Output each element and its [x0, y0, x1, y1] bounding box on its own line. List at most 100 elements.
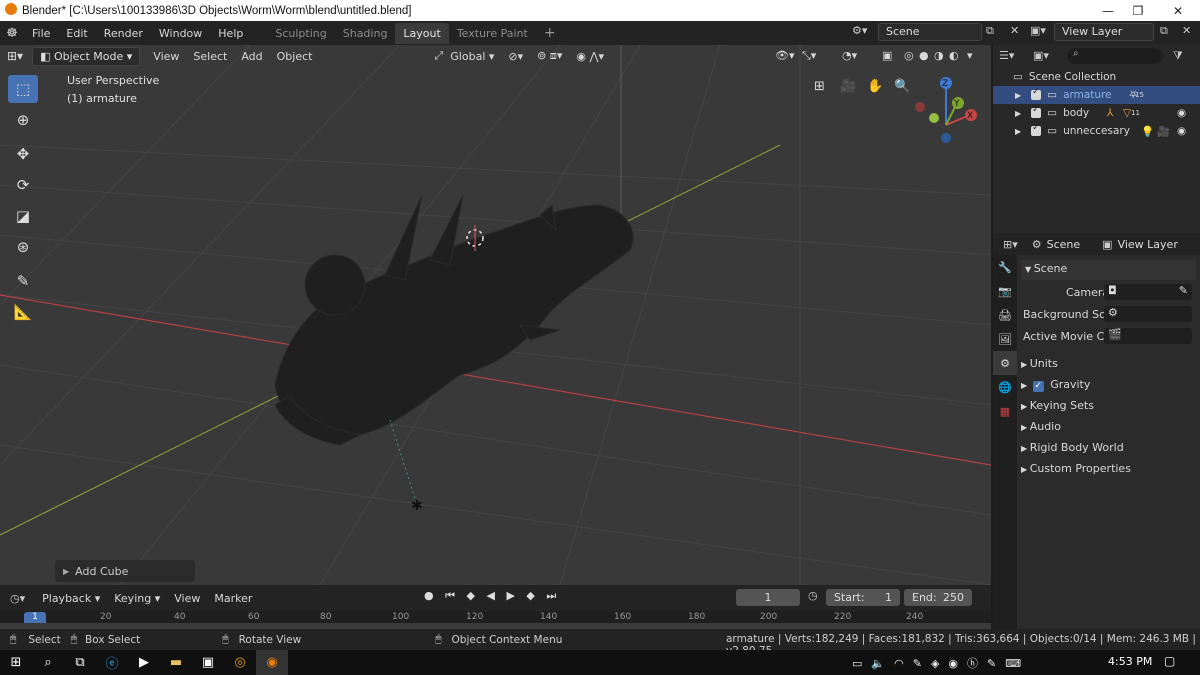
background-scene-field[interactable]: ⚙	[1104, 306, 1192, 322]
task-view-icon[interactable]: ⧉	[64, 650, 96, 675]
settings-tray-icon[interactable]: ✎	[987, 657, 1005, 670]
proportional-edit-icon[interactable]: ◉ ⋀▾	[569, 50, 611, 63]
new-scene-icon[interactable]: ⧉	[986, 24, 994, 38]
last-operator-panel[interactable]: ▶ Add Cube	[55, 560, 195, 582]
play-icon[interactable]: ▶	[506, 589, 518, 602]
transform-orientation-dropdown[interactable]: Global ▾	[450, 50, 501, 63]
transform-tool-icon[interactable]: ⊛	[8, 233, 38, 261]
gravity-panel[interactable]: ▶ ✓ Gravity	[1021, 378, 1090, 392]
battery-icon[interactable]: ▭	[852, 657, 871, 670]
keying-sets-panel[interactable]: ▶ Keying Sets	[1021, 399, 1094, 412]
play-reverse-icon[interactable]: ◀	[486, 589, 498, 602]
viewport-menu-add[interactable]: Add	[234, 50, 269, 63]
menu-render[interactable]: Render	[96, 27, 151, 40]
scene-selector[interactable]: Scene	[878, 23, 982, 41]
output-tab-icon[interactable]: 🖨	[993, 303, 1017, 327]
app-tray-icon[interactable]: ◉	[948, 657, 967, 670]
outliner-row-unneccesary[interactable]: ▶ ▭ unneccesary 💡 🎥 ◉	[993, 122, 1200, 140]
frame-ruler[interactable]: 1 20 40 60 80 100 120 140 160 180 200 22…	[0, 611, 991, 629]
include-checkbox[interactable]	[1031, 87, 1042, 100]
menu-window[interactable]: Window	[151, 27, 210, 40]
xray-icon[interactable]: ▣	[875, 49, 899, 62]
rotate-tool-icon[interactable]: ⟳	[8, 171, 38, 199]
clock[interactable]: 4:53 PM	[1108, 655, 1152, 668]
eye-icon[interactable]: ◉	[1177, 107, 1186, 119]
edge-browser-icon[interactable]: ⓔ	[96, 650, 128, 675]
tool-tab-icon[interactable]: 🔧	[993, 255, 1017, 279]
move-tool-icon[interactable]: ✥	[8, 140, 38, 168]
start-frame-field[interactable]: Start: 1	[826, 589, 900, 606]
world-tab-icon[interactable]: 🌐	[993, 375, 1017, 399]
viewport-menu-select[interactable]: Select	[186, 50, 234, 63]
scale-tool-icon[interactable]: ◪	[8, 202, 38, 230]
measure-tool-icon[interactable]: 📐	[8, 298, 38, 326]
tab-layout[interactable]: Layout	[395, 22, 449, 44]
timeline-view-menu[interactable]: View	[167, 592, 207, 605]
gizmo-toggle-icon[interactable]: ⤡▾	[795, 49, 823, 63]
timeline-editor-icon[interactable]: ◷▾	[10, 592, 25, 605]
audio-panel[interactable]: ▶ Audio	[1021, 420, 1061, 433]
display-mode-icon[interactable]: ▣▾	[1033, 49, 1049, 62]
view-layer-icon[interactable]: ▣▾	[1030, 24, 1046, 37]
preview-range-icon[interactable]: ◷	[808, 589, 818, 602]
editor-type-icon[interactable]: ⊞▾	[0, 49, 30, 63]
tab-shading[interactable]: Shading	[335, 23, 396, 44]
end-frame-field[interactable]: End: 250	[904, 589, 972, 606]
active-movie-clip-field[interactable]: 🎬	[1104, 328, 1192, 344]
current-frame-field[interactable]: 1	[736, 589, 800, 606]
render-tab-icon[interactable]: 📷	[993, 279, 1017, 303]
app-icon[interactable]: ▣	[192, 650, 224, 675]
outliner-search-input[interactable]: ⌕	[1067, 48, 1163, 64]
include-checkbox[interactable]	[1031, 123, 1042, 136]
scene-panel-header[interactable]: ▼ Scene	[1021, 260, 1196, 280]
custom-properties-panel[interactable]: ▶ Custom Properties	[1021, 462, 1131, 475]
close-window-button[interactable]: ✕	[1160, 0, 1196, 21]
select-box-tool-icon[interactable]: ⬚	[8, 75, 38, 103]
rigid-body-world-panel[interactable]: ▶ Rigid Body World	[1021, 441, 1124, 454]
snap-icon[interactable]: ⊚ ⧈▾	[530, 49, 569, 63]
search-icon[interactable]: ⌕	[32, 650, 64, 675]
tab-texture-paint[interactable]: Texture Paint	[449, 23, 536, 44]
viewport-menu-object[interactable]: Object	[270, 50, 320, 63]
network-icon[interactable]: ◈	[931, 657, 948, 670]
next-keyframe-icon[interactable]: ◆	[526, 589, 538, 602]
camera-field[interactable]: ◘ ✎	[1104, 284, 1192, 300]
filter-icon[interactable]: ⧩	[1173, 49, 1183, 63]
volume-icon[interactable]: 🔈	[871, 657, 894, 670]
tab-sculpting[interactable]: Sculpting	[267, 23, 334, 44]
include-checkbox[interactable]	[1031, 105, 1042, 118]
overlays-icon[interactable]: ◔▾	[835, 49, 864, 62]
mode-selector[interactable]: ◧ Object Mode ▾	[32, 46, 141, 66]
maximize-button[interactable]: ❐	[1120, 0, 1156, 21]
hp-icon[interactable]: ⓗ	[967, 657, 987, 670]
outliner-row-armature[interactable]: ▶ ▭ armature ⛧ 15	[993, 86, 1200, 104]
playback-menu[interactable]: Playback ▾	[35, 592, 107, 605]
delete-scene-icon[interactable]: ✕	[1010, 24, 1019, 37]
scene-icon[interactable]: ⚙▾	[852, 24, 867, 37]
view-layer-selector[interactable]: View Layer	[1054, 23, 1154, 41]
add-workspace-icon[interactable]: +	[536, 25, 564, 41]
jump-start-icon[interactable]: ⏮	[445, 589, 459, 602]
pan-view-icon[interactable]: ✋	[867, 79, 883, 94]
menu-file[interactable]: File	[24, 27, 58, 40]
prev-keyframe-icon[interactable]: ◆	[467, 589, 479, 602]
3d-viewport[interactable]: ✱ Z X Y ⊞▾ ◧ Object Mode ▾ View Select A…	[0, 45, 991, 585]
notifications-icon[interactable]: ▢	[1164, 654, 1175, 668]
outliner-row-body[interactable]: ▶ ▭ body ⅄ ▽ 11 ◉	[993, 104, 1200, 122]
menu-edit[interactable]: Edit	[58, 27, 95, 40]
view-layer-tab-icon[interactable]: 🖼	[993, 327, 1017, 351]
blender-menu-icon[interactable]: ☸	[0, 26, 24, 41]
scene-tab-icon[interactable]: ⚙	[993, 351, 1017, 375]
gravity-checkbox[interactable]: ✓	[1032, 381, 1044, 392]
properties-editor-icon[interactable]: ⊞▾	[1003, 238, 1018, 251]
zoom-view-icon[interactable]: 🔍	[894, 79, 910, 94]
windows-start-icon[interactable]: ⊞	[0, 650, 32, 675]
camera-view-icon[interactable]: 🎥	[840, 79, 856, 94]
marker-menu[interactable]: Marker	[207, 592, 259, 605]
jump-end-icon[interactable]: ⏭	[546, 589, 560, 602]
viewport-menu-view[interactable]: View	[146, 50, 186, 63]
eye-icon[interactable]: ◉	[1177, 125, 1186, 137]
units-panel[interactable]: ▶ Units	[1021, 357, 1058, 370]
shading-options-icon[interactable]: ▾	[960, 49, 980, 62]
texture-tab-icon[interactable]: ▦	[993, 399, 1017, 423]
